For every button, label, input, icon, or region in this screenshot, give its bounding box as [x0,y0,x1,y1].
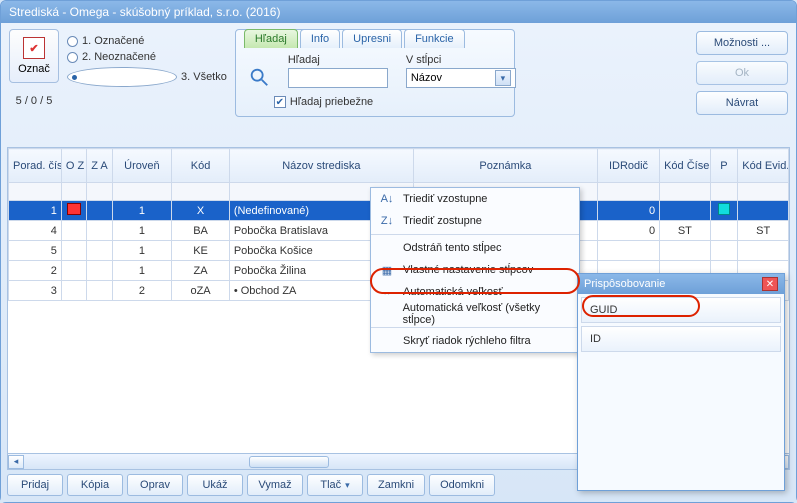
menu-sort-asc[interactable]: A↓Triediť vzostupne [371,188,579,210]
search-label: Hľadaj [288,54,388,66]
tab-info[interactable]: Info [300,29,340,48]
close-icon[interactable]: ✕ [762,277,778,291]
column-customizer[interactable]: Prispôsobovanie ✕ GUID ID [577,273,785,491]
add-button[interactable]: Pridaj [7,474,63,496]
back-button[interactable]: Návrat [696,91,788,115]
scroll-left-icon[interactable]: ◂ [8,455,24,469]
chevron-down-icon: ▾ [345,480,350,491]
live-search-checkbox[interactable]: ✔ [274,96,286,108]
search-panel: Hľadaj Info Upresni Funkcie Hľadaj V stĺ… [235,29,515,117]
col-nazov[interactable]: Názov strediska [229,149,413,183]
print-button[interactable]: Tlač▾ [307,474,363,496]
radio-marked[interactable]: 1. Označené [67,35,227,47]
radio-all[interactable]: 3. Všetko [67,67,227,87]
menu-custom-columns[interactable]: ▦Vlastné nastavenie stĺpcov [371,259,579,281]
window-title: Strediská - Omega - skúšobný príklad, s.… [9,5,280,19]
menu-sort-desc[interactable]: Z↓Triediť zostupne [371,210,579,232]
column-select-value: Názov [411,72,442,84]
columns-icon: ▦ [379,262,395,278]
col-idrodic[interactable]: IDRodič [597,149,659,183]
autosize-icon: ↔ [379,284,395,300]
chevron-down-icon: ▾ [495,70,511,86]
unlock-button[interactable]: Odomkni [429,474,495,496]
record-counter: 5 / 0 / 5 [16,91,53,111]
checkmark-icon: ✔ [23,37,45,59]
col-porad[interactable]: Porad. číslo [9,149,62,183]
col-uroven[interactable]: Úroveň [112,149,172,183]
col-kodcisel[interactable]: Kód Čísel. [660,149,711,183]
tab-refine[interactable]: Upresni [342,29,402,48]
column-context-menu: A↓Triediť vzostupne Z↓Triediť zostupne O… [370,187,580,353]
content: ✔ Označ 5 / 0 / 5 1. Označené 2. Neoznač… [1,23,796,502]
col-p[interactable]: P [710,149,738,183]
menu-remove-column[interactable]: Odstráň tento stĺpec [371,237,579,259]
ok-button[interactable]: Ok [696,61,788,85]
radio-unmarked[interactable]: 2. Neoznačené [67,51,227,63]
search-input[interactable] [288,68,388,88]
column-label: V stĺpci [406,54,516,66]
show-button[interactable]: Ukáž [187,474,243,496]
customizer-title: Prispôsobovanie [584,278,665,290]
menu-hide-filter[interactable]: Skryť riadok rýchleho filtra [371,330,579,352]
tab-search[interactable]: Hľadaj [244,29,298,48]
mark-button[interactable]: ✔ Označ [9,29,59,83]
lock-button[interactable]: Zamkni [367,474,425,496]
mark-filter-radios: 1. Označené 2. Neoznačené 3. Všetko [67,29,227,87]
options-button[interactable]: Možnosti ... [696,31,788,55]
col-oz[interactable]: O Z [61,149,86,183]
col-kodevid[interactable]: Kód Evid. [738,149,789,183]
tab-functions[interactable]: Funkcie [404,29,465,48]
scroll-thumb[interactable] [249,456,329,468]
menu-auto-size[interactable]: ↔Automatická veľkosť [371,281,579,303]
window: Strediská - Omega - skúšobný príklad, s.… [0,0,797,503]
column-select[interactable]: Názov ▾ [406,68,516,88]
customizer-item-id[interactable]: ID [581,326,781,352]
delete-button[interactable]: Vymaž [247,474,303,496]
edit-button[interactable]: Oprav [127,474,183,496]
grid-header-row: Porad. číslo O Z Z A Úroveň Kód Názov st… [9,149,789,183]
col-za[interactable]: Z A [87,149,112,183]
sort-desc-icon: Z↓ [379,213,395,229]
titlebar: Strediská - Omega - skúšobný príklad, s.… [1,1,796,23]
search-icon [248,66,270,88]
mark-button-label: Označ [18,63,50,75]
copy-button[interactable]: Kópia [67,474,123,496]
col-kod[interactable]: Kód [172,149,230,183]
col-poznamka[interactable]: Poznámka [413,149,597,183]
customizer-item-guid[interactable]: GUID [581,297,781,323]
sort-asc-icon: A↓ [379,191,395,207]
live-search-label: Hľadaj priebežne [290,96,373,108]
menu-auto-size-all[interactable]: Automatická veľkosť (všetky stĺpce) [371,303,579,325]
